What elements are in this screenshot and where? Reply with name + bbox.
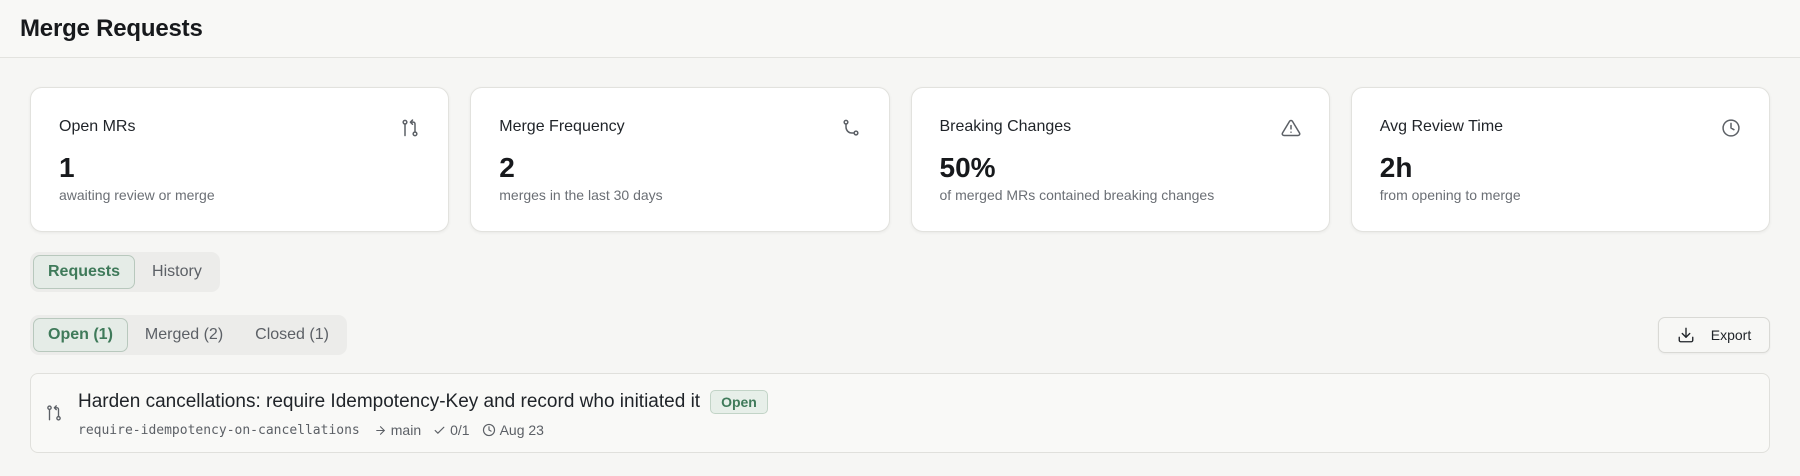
- stat-card-merge-frequency: Merge Frequency 2 merges in the last 30 …: [470, 87, 890, 232]
- source-branch: require-idempotency-on-cancellations: [78, 422, 360, 438]
- clock-icon: [1722, 119, 1740, 137]
- stat-value: 50%: [939, 152, 996, 183]
- merge-request-row[interactable]: Harden cancellations: require Idempotenc…: [30, 373, 1770, 453]
- stat-label: Avg Review Time: [1379, 118, 1504, 135]
- stat-card-open-mrs: Open MRs 1 awaiting review or merge: [30, 87, 450, 232]
- filter-open[interactable]: Open (1): [33, 318, 128, 352]
- stats-row: Open MRs 1 awaiting review or merge Merg…: [30, 87, 1770, 232]
- stat-caption: awaiting review or merge: [59, 187, 215, 203]
- stat-value: 2h: [1379, 152, 1413, 183]
- target-branch: main: [374, 422, 421, 438]
- tab-requests[interactable]: Requests: [33, 255, 136, 289]
- status-filter: Open (1) Merged (2) Closed (1): [30, 315, 347, 355]
- view-tabs: Requests History: [30, 252, 220, 292]
- export-label: Export: [1710, 327, 1752, 343]
- check-icon: [434, 426, 445, 434]
- download-icon: [1678, 327, 1694, 343]
- arrow-right-icon: [375, 425, 385, 435]
- checks-status: 0/1: [433, 422, 470, 438]
- date-label: Aug 23: [499, 422, 544, 438]
- mr-meta: require-idempotency-on-cancellations mai…: [78, 422, 544, 438]
- filter-merged[interactable]: Merged (2): [130, 318, 238, 352]
- stat-label: Merge Frequency: [499, 118, 625, 135]
- stat-caption: merges in the last 30 days: [499, 187, 663, 203]
- git-merge-icon: [842, 119, 859, 136]
- status-badge: Open: [710, 390, 768, 414]
- mr-date: Aug 23: [482, 422, 544, 438]
- stat-label: Breaking Changes: [939, 118, 1072, 135]
- main-content: Open MRs 1 awaiting review or merge Merg…: [0, 58, 1800, 453]
- stat-card-avg-review-time: Avg Review Time 2h from opening to merge: [1350, 87, 1770, 232]
- stat-card-breaking-changes: Breaking Changes 50% of merged MRs conta…: [910, 87, 1330, 232]
- stat-label: Open MRs: [59, 118, 136, 135]
- git-pull-request-icon: [47, 405, 61, 421]
- page-title: Merge Requests: [20, 14, 203, 42]
- filter-closed[interactable]: Closed (1): [240, 318, 344, 352]
- page-header: Merge Requests: [0, 0, 1800, 58]
- mr-title-line: Harden cancellations: require Idempotenc…: [78, 390, 768, 414]
- target-branch-label: main: [390, 422, 422, 438]
- export-button[interactable]: Export: [1658, 317, 1770, 353]
- git-pull-request-icon: [402, 119, 418, 137]
- alert-triangle-icon: [1281, 119, 1301, 137]
- checks-label: 0/1: [450, 422, 470, 438]
- mr-title[interactable]: Harden cancellations: require Idempotenc…: [78, 391, 700, 413]
- stat-value: 1: [59, 152, 75, 183]
- stat-caption: of merged MRs contained breaking changes: [939, 187, 1215, 203]
- stat-caption: from opening to merge: [1379, 187, 1521, 203]
- filter-row: Open (1) Merged (2) Closed (1) Export: [30, 315, 1770, 355]
- tab-history[interactable]: History: [137, 255, 217, 289]
- clock-icon: [482, 423, 495, 437]
- stat-value: 2: [499, 152, 515, 183]
